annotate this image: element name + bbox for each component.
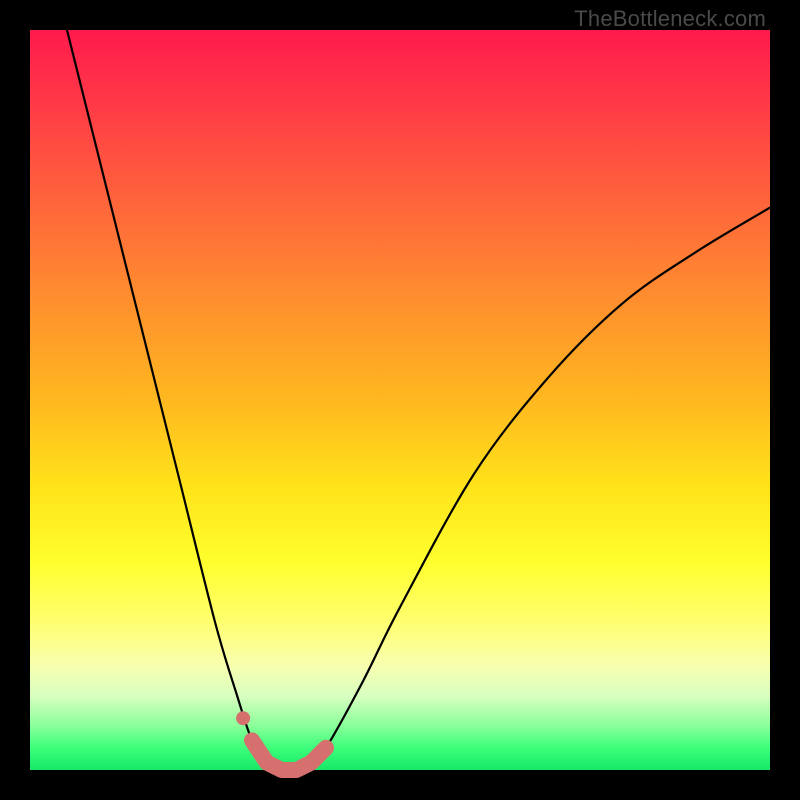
chart-frame: TheBottleneck.com [0,0,800,800]
plot-area [30,30,770,770]
highlight-stroke [252,740,326,770]
watermark-text: TheBottleneck.com [574,6,766,32]
chart-svg [30,30,770,770]
bottleneck-curve [67,30,770,771]
highlight-dots [236,711,326,770]
highlight-dot [236,711,250,725]
